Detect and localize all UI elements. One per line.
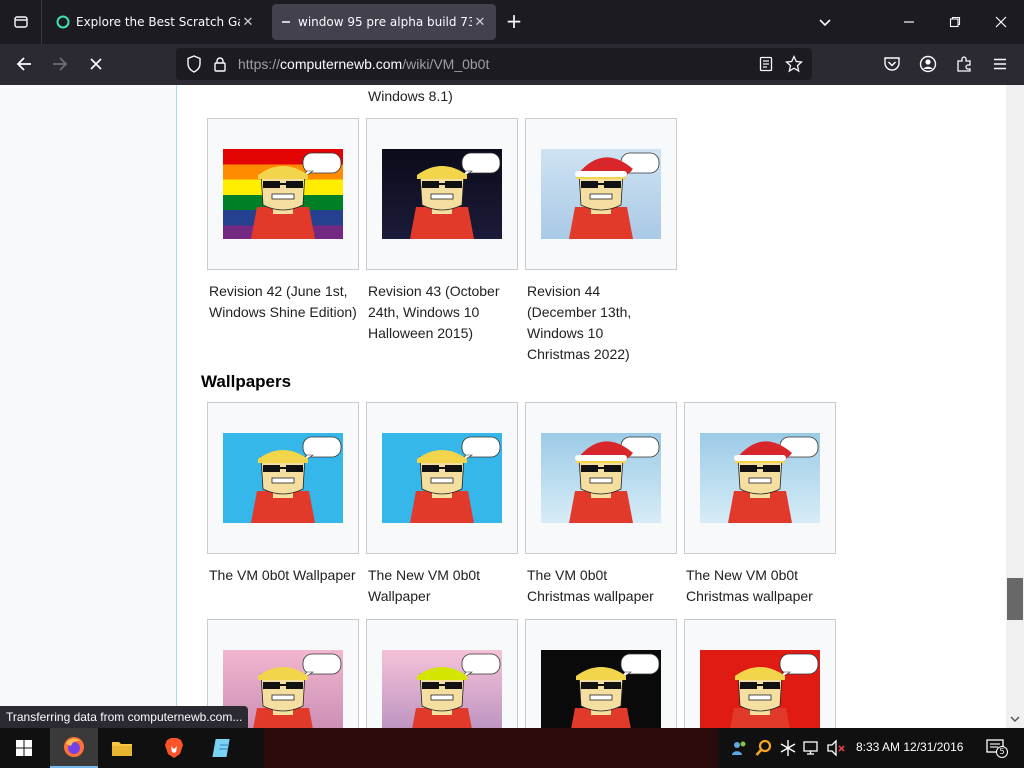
taskbar-empty-area[interactable] xyxy=(264,728,718,768)
reader-view-icon[interactable] xyxy=(756,54,776,74)
restore-button[interactable] xyxy=(932,0,978,44)
gallery-thumbnail-wallpaper[interactable] xyxy=(207,402,359,554)
close-tab-icon[interactable]: ✕ xyxy=(472,15,488,30)
hamburger-icon xyxy=(994,58,1006,70)
url-host: computernewb.com xyxy=(280,56,403,72)
gallery-thumbnail[interactable] xyxy=(366,619,518,728)
stop-icon xyxy=(90,58,102,70)
bookmark-star-icon[interactable] xyxy=(784,54,804,74)
tab-list-icon xyxy=(13,16,28,28)
firefox-icon xyxy=(64,737,84,757)
gallery-caption: The New VM 0b0t Christmas wallpaper xyxy=(686,567,813,604)
gallery-caption: The VM 0b0t Wallpaper xyxy=(209,567,356,583)
chevron-down-icon xyxy=(819,19,831,27)
close-icon xyxy=(995,16,1007,28)
action-center-icon[interactable]: 5 xyxy=(984,738,1008,758)
navigation-toolbar: https://computernewb.com/wiki/VM_0b0t xyxy=(0,44,1024,85)
account-icon xyxy=(919,55,937,73)
status-panel: Transferring data from computernewb.com.… xyxy=(0,706,249,728)
arrow-right-icon xyxy=(53,57,68,71)
forward-button[interactable] xyxy=(44,48,76,80)
gallery-caption: Revision 44 (December 13th, Windows 10 C… xyxy=(527,283,632,362)
list-all-tabs-button[interactable] xyxy=(802,0,848,44)
gallery-caption: The VM 0b0t Christmas wallpaper xyxy=(527,567,654,604)
minimize-button[interactable] xyxy=(886,0,932,44)
thumbnail-image[interactable] xyxy=(382,433,502,523)
taskbar-brave[interactable] xyxy=(150,728,198,768)
windows-taskbar: 8:33 AM 12/31/2016 5 xyxy=(0,728,1024,768)
thumbnail-image[interactable] xyxy=(541,650,661,728)
notification-count-badge: 5 xyxy=(996,746,1008,758)
snowflake-icon[interactable] xyxy=(778,738,798,758)
network-icon[interactable] xyxy=(802,738,822,758)
windows-logo-icon xyxy=(16,740,32,756)
thumbnail-image[interactable] xyxy=(700,433,820,523)
thumbnail-image[interactable] xyxy=(223,433,343,523)
gallery-thumbnail-new-christmas-wallpaper[interactable] xyxy=(684,402,836,554)
arrow-left-icon xyxy=(16,57,31,71)
puzzle-icon xyxy=(957,56,971,72)
thumbnail-image[interactable] xyxy=(382,149,502,239)
lock-icon[interactable] xyxy=(210,54,230,74)
thumbnail-image[interactable] xyxy=(541,433,661,523)
gallery-thumbnail-revision-43[interactable] xyxy=(366,118,518,270)
gallery-thumbnail-revision-44[interactable] xyxy=(525,118,677,270)
tab-scratch-games[interactable]: Explore the Best Scratch Gam ✕ xyxy=(48,4,264,40)
url-scheme: https:// xyxy=(238,56,281,72)
gallery-thumbnail-christmas-wallpaper[interactable] xyxy=(525,402,677,554)
tab-list-button[interactable] xyxy=(0,0,42,44)
start-button[interactable] xyxy=(0,728,48,768)
thumbnail-image[interactable] xyxy=(223,149,343,239)
pocket-icon xyxy=(884,57,900,71)
url-bar[interactable]: https://computernewb.com/wiki/VM_0b0t xyxy=(176,48,812,80)
brave-lion-icon xyxy=(165,738,183,758)
thumbnail-image[interactable] xyxy=(541,149,661,239)
volume-muted-icon[interactable] xyxy=(826,738,846,758)
tab-vm-0b0t[interactable]: window 95 pre alpha build 73f ( ✕ xyxy=(272,4,496,40)
scroll-down-arrow-icon[interactable] xyxy=(1010,715,1020,723)
taskbar-file-explorer[interactable] xyxy=(98,728,146,768)
gallery-thumbnail-revision-42[interactable] xyxy=(207,118,359,270)
url-path: /wiki/VM_0b0t xyxy=(402,56,490,72)
minimize-icon xyxy=(904,21,914,23)
new-tab-button[interactable]: + xyxy=(502,10,526,34)
wiki-sidebar xyxy=(0,85,177,728)
page-content: Windows 8.1) Revision 42 (June 1st, Wind… xyxy=(0,85,1006,728)
page-scrollbar[interactable] xyxy=(1006,85,1024,728)
extensions-button[interactable] xyxy=(948,48,980,80)
stop-loading-button[interactable] xyxy=(80,48,112,80)
folder-icon xyxy=(112,742,132,756)
gallery-caption: Revision 42 (June 1st, Windows Shine Edi… xyxy=(209,283,357,320)
scrollbar-thumb[interactable] xyxy=(1007,578,1023,620)
restore-icon xyxy=(949,16,961,28)
system-clock[interactable]: 8:33 AM 12/31/2016 xyxy=(856,740,963,754)
section-heading-wallpapers: Wallpapers xyxy=(201,372,292,391)
gallery-thumbnail[interactable] xyxy=(684,619,836,728)
close-window-button[interactable] xyxy=(978,0,1024,44)
close-tab-icon[interactable]: ✕ xyxy=(240,15,256,30)
back-button[interactable] xyxy=(8,48,40,80)
site-favicon-icon xyxy=(56,15,70,29)
thumbnail-image[interactable] xyxy=(382,650,502,728)
notepad-icon xyxy=(212,739,230,757)
pocket-button[interactable] xyxy=(876,48,908,80)
tab-title: window 95 pre alpha build 73f ( xyxy=(298,15,472,29)
search-magnifier-icon[interactable] xyxy=(754,738,774,758)
account-button[interactable] xyxy=(912,48,944,80)
gallery-thumbnail-new-wallpaper[interactable] xyxy=(366,402,518,554)
taskbar-firefox[interactable] xyxy=(50,728,98,768)
taskbar-notepad[interactable] xyxy=(198,728,246,768)
gallery-thumbnail[interactable] xyxy=(525,619,677,728)
people-icon[interactable] xyxy=(730,738,750,758)
tab-strip: Explore the Best Scratch Gam ✕ window 95… xyxy=(0,0,1024,44)
gallery-caption: The New VM 0b0t Wallpaper xyxy=(368,567,481,604)
caption-fragment: Windows 8.1) xyxy=(368,88,453,104)
tracking-protection-shield-icon[interactable] xyxy=(184,54,204,74)
page-favicon-icon xyxy=(282,21,290,23)
thumbnail-image[interactable] xyxy=(700,650,820,728)
gallery-caption: Revision 43 (October 24th, Windows 10 Ha… xyxy=(368,283,500,341)
url-text[interactable]: https://computernewb.com/wiki/VM_0b0t xyxy=(238,56,489,72)
tab-title: Explore the Best Scratch Gam xyxy=(76,15,240,29)
menu-button[interactable] xyxy=(984,48,1016,80)
